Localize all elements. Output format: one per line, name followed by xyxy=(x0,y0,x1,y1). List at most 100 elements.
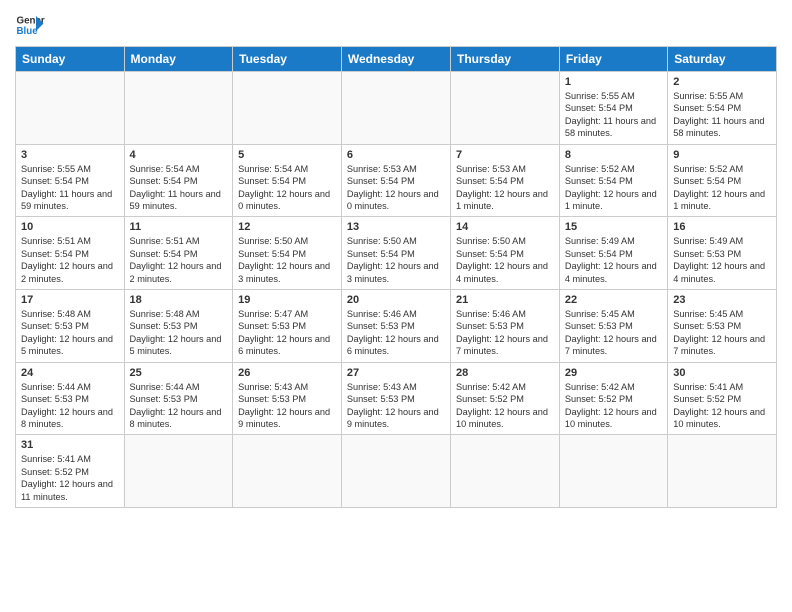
weekday-header-tuesday: Tuesday xyxy=(233,47,342,72)
calendar-cell: 8 Sunrise: 5:52 AMSunset: 5:54 PMDaylight… xyxy=(559,144,667,217)
day-number: 15 xyxy=(565,221,662,233)
calendar-cell xyxy=(668,435,777,508)
cell-sun-info: Sunrise: 5:48 AMSunset: 5:53 PMDaylight:… xyxy=(130,308,228,358)
logo: General Blue xyxy=(15,10,45,40)
calendar-cell: 16 Sunrise: 5:49 AMSunset: 5:53 PMDayligh… xyxy=(668,217,777,290)
calendar-cell: 29 Sunrise: 5:42 AMSunset: 5:52 PMDayligh… xyxy=(559,362,667,435)
cell-sun-info: Sunrise: 5:51 AMSunset: 5:54 PMDaylight:… xyxy=(21,235,119,285)
day-number: 6 xyxy=(347,149,445,161)
calendar-cell xyxy=(341,72,450,145)
day-number: 19 xyxy=(238,294,336,306)
day-number: 1 xyxy=(565,76,662,88)
day-number: 21 xyxy=(456,294,554,306)
weekday-header-thursday: Thursday xyxy=(451,47,560,72)
calendar-cell xyxy=(124,435,233,508)
cell-sun-info: Sunrise: 5:42 AMSunset: 5:52 PMDaylight:… xyxy=(565,381,662,431)
cell-sun-info: Sunrise: 5:53 AMSunset: 5:54 PMDaylight:… xyxy=(456,163,554,213)
cell-sun-info: Sunrise: 5:52 AMSunset: 5:54 PMDaylight:… xyxy=(565,163,662,213)
cell-sun-info: Sunrise: 5:51 AMSunset: 5:54 PMDaylight:… xyxy=(130,235,228,285)
day-number: 11 xyxy=(130,221,228,233)
day-number: 22 xyxy=(565,294,662,306)
calendar-cell: 21 Sunrise: 5:46 AMSunset: 5:53 PMDayligh… xyxy=(451,290,560,363)
cell-sun-info: Sunrise: 5:49 AMSunset: 5:53 PMDaylight:… xyxy=(673,235,771,285)
calendar-cell: 3Sunrise: 5:55 AMSunset: 5:54 PMDaylight… xyxy=(16,144,125,217)
page-header: General Blue xyxy=(15,10,777,40)
cell-sun-info: Sunrise: 5:49 AMSunset: 5:54 PMDaylight:… xyxy=(565,235,662,285)
weekday-header-monday: Monday xyxy=(124,47,233,72)
calendar-cell: 19 Sunrise: 5:47 AMSunset: 5:53 PMDayligh… xyxy=(233,290,342,363)
calendar-cell xyxy=(559,435,667,508)
calendar-cell: 18 Sunrise: 5:48 AMSunset: 5:53 PMDayligh… xyxy=(124,290,233,363)
day-number: 30 xyxy=(673,367,771,379)
cell-sun-info: Sunrise: 5:50 AMSunset: 5:54 PMDaylight:… xyxy=(456,235,554,285)
cell-sun-info: Sunrise: 5:43 AMSunset: 5:53 PMDaylight:… xyxy=(238,381,336,431)
calendar-cell: 25Sunrise: 5:44 AMSunset: 5:53 PMDayligh… xyxy=(124,362,233,435)
day-number: 16 xyxy=(673,221,771,233)
cell-sun-info: Sunrise: 5:50 AMSunset: 5:54 PMDaylight:… xyxy=(238,235,336,285)
weekday-header-sunday: Sunday xyxy=(16,47,125,72)
day-number: 24 xyxy=(21,367,119,379)
day-number: 4 xyxy=(130,149,228,161)
calendar-cell: 22 Sunrise: 5:45 AMSunset: 5:53 PMDayligh… xyxy=(559,290,667,363)
cell-sun-info: Sunrise: 5:45 AMSunset: 5:53 PMDaylight:… xyxy=(673,308,771,358)
weekday-header-saturday: Saturday xyxy=(668,47,777,72)
day-number: 18 xyxy=(130,294,228,306)
weekday-header-wednesday: Wednesday xyxy=(341,47,450,72)
day-number: 31 xyxy=(21,439,119,451)
calendar-cell: 14 Sunrise: 5:50 AMSunset: 5:54 PMDayligh… xyxy=(451,217,560,290)
cell-sun-info: Sunrise: 5:54 AMSunset: 5:54 PMDaylight:… xyxy=(130,163,228,213)
calendar-cell xyxy=(233,72,342,145)
cell-sun-info: Sunrise: 5:44 AMSunset: 5:53 PMDaylight:… xyxy=(21,381,119,431)
calendar-cell xyxy=(341,435,450,508)
calendar-cell: 9 Sunrise: 5:52 AMSunset: 5:54 PMDaylight… xyxy=(668,144,777,217)
day-number: 13 xyxy=(347,221,445,233)
calendar-cell: 12 Sunrise: 5:50 AMSunset: 5:54 PMDayligh… xyxy=(233,217,342,290)
day-number: 12 xyxy=(238,221,336,233)
day-number: 23 xyxy=(673,294,771,306)
weekday-header-friday: Friday xyxy=(559,47,667,72)
cell-sun-info: Sunrise: 5:54 AMSunset: 5:54 PMDaylight:… xyxy=(238,163,336,213)
cell-sun-info: Sunrise: 5:43 AMSunset: 5:53 PMDaylight:… xyxy=(347,381,445,431)
cell-sun-info: Sunrise: 5:45 AMSunset: 5:53 PMDaylight:… xyxy=(565,308,662,358)
svg-text:Blue: Blue xyxy=(17,26,39,37)
calendar-cell: 17 Sunrise: 5:48 AMSunset: 5:53 PMDayligh… xyxy=(16,290,125,363)
day-number: 29 xyxy=(565,367,662,379)
calendar-cell: 20Sunrise: 5:46 AMSunset: 5:53 PMDayligh… xyxy=(341,290,450,363)
day-number: 9 xyxy=(673,149,771,161)
day-number: 14 xyxy=(456,221,554,233)
cell-sun-info: Sunrise: 5:46 AMSunset: 5:53 PMDaylight:… xyxy=(456,308,554,358)
calendar-cell: 28 Sunrise: 5:42 AMSunset: 5:52 PMDayligh… xyxy=(451,362,560,435)
calendar-cell xyxy=(124,72,233,145)
day-number: 27 xyxy=(347,367,445,379)
day-number: 7 xyxy=(456,149,554,161)
day-number: 17 xyxy=(21,294,119,306)
day-number: 8 xyxy=(565,149,662,161)
calendar-cell: 30 Sunrise: 5:41 AMSunset: 5:52 PMDayligh… xyxy=(668,362,777,435)
calendar-cell: 23 Sunrise: 5:45 AMSunset: 5:53 PMDayligh… xyxy=(668,290,777,363)
cell-sun-info: Sunrise: 5:50 AMSunset: 5:54 PMDaylight:… xyxy=(347,235,445,285)
day-number: 3 xyxy=(21,149,119,161)
cell-sun-info: Sunrise: 5:52 AMSunset: 5:54 PMDaylight:… xyxy=(673,163,771,213)
calendar-cell: 2Sunrise: 5:55 AMSunset: 5:54 PMDaylight… xyxy=(668,72,777,145)
calendar-table: SundayMondayTuesdayWednesdayThursdayFrid… xyxy=(15,46,777,508)
calendar-cell xyxy=(451,72,560,145)
day-number: 26 xyxy=(238,367,336,379)
day-number: 28 xyxy=(456,367,554,379)
cell-sun-info: Sunrise: 5:42 AMSunset: 5:52 PMDaylight:… xyxy=(456,381,554,431)
calendar-cell: 15 Sunrise: 5:49 AMSunset: 5:54 PMDayligh… xyxy=(559,217,667,290)
calendar-cell: 6Sunrise: 5:53 AMSunset: 5:54 PMDaylight… xyxy=(341,144,450,217)
calendar-cell: 7 Sunrise: 5:53 AMSunset: 5:54 PMDaylight… xyxy=(451,144,560,217)
calendar-cell: 27 Sunrise: 5:43 AMSunset: 5:53 PMDayligh… xyxy=(341,362,450,435)
cell-sun-info: Sunrise: 5:48 AMSunset: 5:53 PMDaylight:… xyxy=(21,308,119,358)
cell-sun-info: Sunrise: 5:41 AMSunset: 5:52 PMDaylight:… xyxy=(21,453,119,503)
calendar-cell xyxy=(451,435,560,508)
calendar-cell: 11 Sunrise: 5:51 AMSunset: 5:54 PMDayligh… xyxy=(124,217,233,290)
calendar-cell: 24 Sunrise: 5:44 AMSunset: 5:53 PMDayligh… xyxy=(16,362,125,435)
cell-sun-info: Sunrise: 5:47 AMSunset: 5:53 PMDaylight:… xyxy=(238,308,336,358)
cell-sun-info: Sunrise: 5:41 AMSunset: 5:52 PMDaylight:… xyxy=(673,381,771,431)
cell-sun-info: Sunrise: 5:55 AMSunset: 5:54 PMDaylight:… xyxy=(565,90,662,140)
day-number: 25 xyxy=(130,367,228,379)
calendar-cell: 4 Sunrise: 5:54 AMSunset: 5:54 PMDaylight… xyxy=(124,144,233,217)
calendar-cell xyxy=(16,72,125,145)
cell-sun-info: Sunrise: 5:55 AMSunset: 5:54 PMDaylight:… xyxy=(673,90,771,140)
